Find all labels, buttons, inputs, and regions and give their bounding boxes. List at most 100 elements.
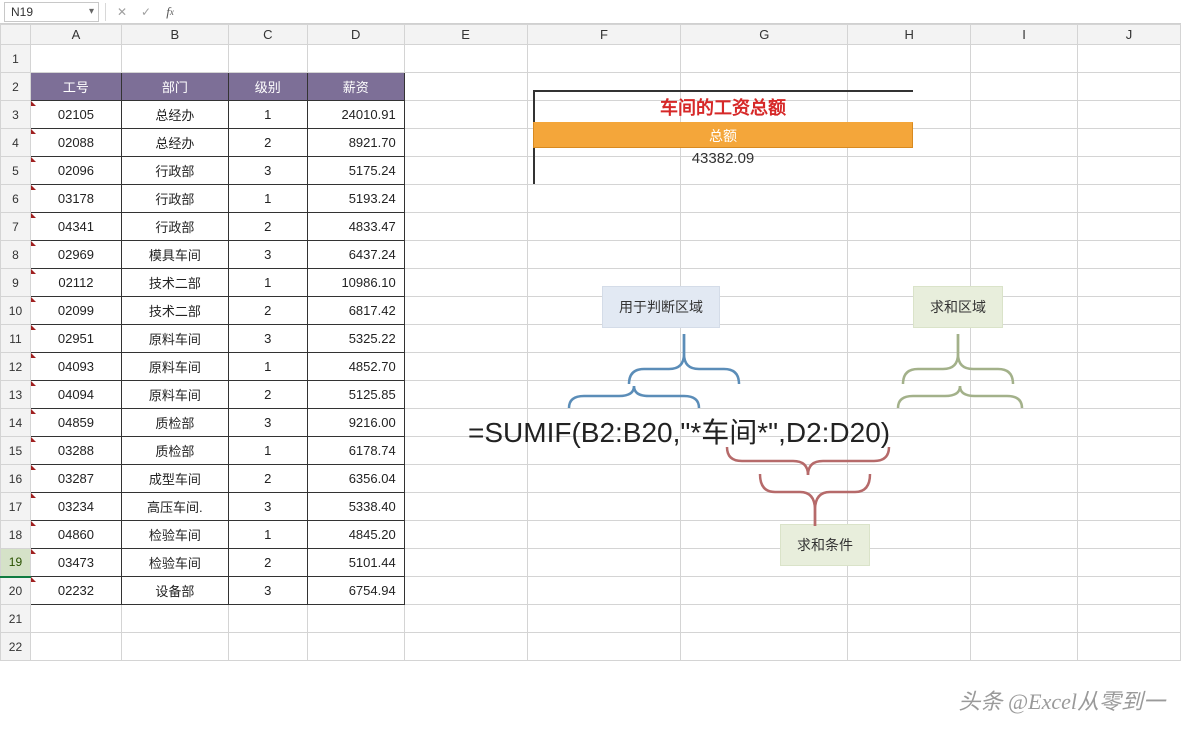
cell-C9[interactable]: 1 [228,269,307,297]
cell-E12[interactable] [404,353,527,381]
cell-E3[interactable] [404,101,527,129]
cell-A13[interactable]: 04094 [30,381,121,409]
cell-G12[interactable] [681,353,848,381]
col-head-G[interactable]: G [681,25,848,45]
cell-E4[interactable] [404,129,527,157]
cell-C16[interactable]: 2 [228,465,307,493]
cell-B13[interactable]: 原料车间 [121,381,228,409]
cell-I8[interactable] [971,241,1078,269]
cell-J21[interactable] [1078,605,1181,633]
cancel-icon[interactable]: ✕ [112,2,132,22]
row-head-10[interactable]: 10 [1,297,31,325]
cell-I1[interactable] [971,45,1078,73]
cell-C19[interactable]: 2 [228,549,307,577]
row-head-5[interactable]: 5 [1,157,31,185]
cell-B12[interactable]: 原料车间 [121,353,228,381]
cell-F18[interactable] [527,521,681,549]
cell-F21[interactable] [527,605,681,633]
cell-B3[interactable]: 总经办 [121,101,228,129]
cell-C15[interactable]: 1 [228,437,307,465]
cell-B18[interactable]: 检验车间 [121,521,228,549]
cell-G7[interactable] [681,213,848,241]
cell-I14[interactable] [971,409,1078,437]
cell-E13[interactable] [404,381,527,409]
cell-G19[interactable] [681,549,848,577]
cell-A9[interactable]: 02112 [30,269,121,297]
row-head-11[interactable]: 11 [1,325,31,353]
cell-A7[interactable]: 04341 [30,213,121,241]
cell-J13[interactable] [1078,381,1181,409]
col-head-F[interactable]: F [527,25,681,45]
cell-I7[interactable] [971,213,1078,241]
cell-J6[interactable] [1078,185,1181,213]
cell-A6[interactable]: 03178 [30,185,121,213]
cell-G14[interactable] [681,409,848,437]
cell-G1[interactable] [681,45,848,73]
cell-J15[interactable] [1078,437,1181,465]
cell-H3[interactable] [848,101,971,129]
cell-B15[interactable]: 质检部 [121,437,228,465]
cell-H2[interactable] [848,73,971,101]
cell-D9[interactable]: 10986.10 [307,269,404,297]
cell-C5[interactable]: 3 [228,157,307,185]
cell-I12[interactable] [971,353,1078,381]
row-head-17[interactable]: 17 [1,493,31,521]
cell-E11[interactable] [404,325,527,353]
cell-J2[interactable] [1078,73,1181,101]
cell-A8[interactable]: 02969 [30,241,121,269]
cell-C4[interactable]: 2 [228,129,307,157]
cell-F15[interactable] [527,437,681,465]
cell-F7[interactable] [527,213,681,241]
cell-F13[interactable] [527,381,681,409]
cell-J5[interactable] [1078,157,1181,185]
row-head-12[interactable]: 12 [1,353,31,381]
cell-C20[interactable]: 3 [228,577,307,605]
cell-C22[interactable] [228,633,307,661]
cell-C1[interactable] [228,45,307,73]
cell-F9[interactable] [527,269,681,297]
cell-J20[interactable] [1078,577,1181,605]
cell-C12[interactable]: 1 [228,353,307,381]
cell-D11[interactable]: 5325.22 [307,325,404,353]
cell-G21[interactable] [681,605,848,633]
cell-I19[interactable] [971,549,1078,577]
cell-G2[interactable] [681,73,848,101]
cell-B17[interactable]: 高压车间. [121,493,228,521]
cell-D6[interactable]: 5193.24 [307,185,404,213]
cell-C11[interactable]: 3 [228,325,307,353]
cell-J11[interactable] [1078,325,1181,353]
col-head-J[interactable]: J [1078,25,1181,45]
cell-G18[interactable] [681,521,848,549]
cell-B11[interactable]: 原料车间 [121,325,228,353]
cell-D20[interactable]: 6754.94 [307,577,404,605]
cell-H18[interactable] [848,521,971,549]
cell-G8[interactable] [681,241,848,269]
cell-E14[interactable] [404,409,527,437]
cell-D10[interactable]: 6817.42 [307,297,404,325]
cell-C10[interactable]: 2 [228,297,307,325]
col-head-C[interactable]: C [228,25,307,45]
cell-H19[interactable] [848,549,971,577]
cell-H20[interactable] [848,577,971,605]
cell-A19[interactable]: 03473 [30,549,121,577]
cell-H4[interactable] [848,129,971,157]
cell-J3[interactable] [1078,101,1181,129]
cell-C17[interactable]: 3 [228,493,307,521]
cell-A22[interactable] [30,633,121,661]
cell-F19[interactable] [527,549,681,577]
col-head-A[interactable]: A [30,25,121,45]
cell-B1[interactable] [121,45,228,73]
cell-J7[interactable] [1078,213,1181,241]
cell-C21[interactable] [228,605,307,633]
cell-G5[interactable] [681,157,848,185]
cell-H9[interactable] [848,269,971,297]
cell-B10[interactable]: 技术二部 [121,297,228,325]
select-all-corner[interactable] [1,25,31,45]
cell-D14[interactable]: 9216.00 [307,409,404,437]
cell-C8[interactable]: 3 [228,241,307,269]
cell-H1[interactable] [848,45,971,73]
cell-J8[interactable] [1078,241,1181,269]
cell-A11[interactable]: 02951 [30,325,121,353]
cell-H7[interactable] [848,213,971,241]
cell-G6[interactable] [681,185,848,213]
